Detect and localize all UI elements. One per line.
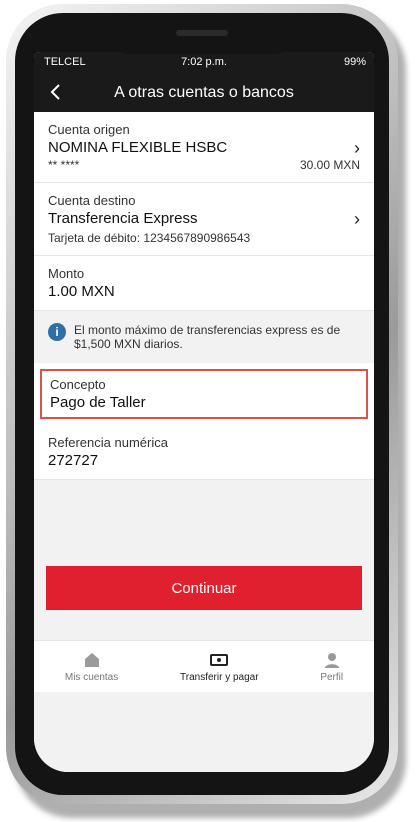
user-icon [324, 652, 339, 668]
source-account-name: NOMINA FLEXIBLE HSBC [48, 139, 228, 156]
page-title: A otras cuentas o bancos [114, 84, 294, 101]
source-account-row[interactable]: Cuenta origen NOMINA FLEXIBLE HSBC ** **… [34, 112, 374, 183]
destination-card-number: Tarjeta de débito: 1234567890986543 [48, 231, 251, 245]
status-time: 7:02 p.m. [181, 56, 227, 68]
tab-transferir-y-pagar[interactable]: Transferir y pagar [180, 651, 259, 683]
form-content: Cuenta origen NOMINA FLEXIBLE HSBC ** **… [34, 112, 374, 480]
concept-field[interactable]: Concepto Pago de Taller [40, 369, 368, 419]
battery-level: 99% [343, 56, 366, 68]
home-indicator-area [34, 692, 374, 772]
continue-button[interactable]: Continuar [46, 566, 362, 610]
reference-value[interactable]: 272727 [48, 452, 360, 469]
status-bar: TELCEL 7:02 p.m. 99% [34, 56, 374, 72]
bottom-tab-bar: Mis cuentas Transferir y pagar Perfil [34, 640, 374, 692]
tab-label: Mis cuentas [64, 671, 119, 683]
info-message: i El monto máximo de transferencias expr… [34, 311, 374, 363]
tab-label: Transferir y pagar [180, 671, 259, 683]
concept-value[interactable]: Pago de Taller [50, 394, 358, 411]
chevron-right-icon: › [354, 209, 360, 229]
screen: TELCEL 7:02 p.m. 99% A otras cuentas o b… [34, 52, 374, 772]
chevron-right-icon: › [354, 138, 360, 158]
transfer-icon [210, 653, 229, 666]
info-icon: i [48, 323, 66, 341]
home-icon [84, 652, 99, 667]
tab-mis-cuentas[interactable]: Mis cuentas [65, 651, 118, 683]
destination-account-label: Cuenta destino [48, 193, 136, 208]
source-account-details: ** **** 30.00 MXN [48, 158, 360, 172]
action-area: Continuar [34, 480, 374, 640]
concept-label: Concepto [50, 377, 106, 392]
tab-label: Perfil [320, 671, 344, 683]
reference-field[interactable]: Referencia numérica 272727 [34, 425, 374, 480]
navigation-bar: A otras cuentas o bancos [34, 76, 374, 112]
source-account-masked: ** **** [48, 158, 80, 172]
info-text: El monto máximo de transferencias expres… [74, 323, 341, 351]
tab-perfil[interactable]: Perfil [320, 651, 343, 683]
amount-label: Monto [48, 266, 85, 281]
amount-value[interactable]: 1.00 MXN [48, 283, 360, 300]
reference-label: Referencia numérica [48, 435, 168, 450]
source-account-balance: 30.00 MXN [299, 158, 360, 172]
destination-account-name: Transferencia Express [48, 210, 198, 227]
phone-speaker [176, 30, 228, 36]
source-account-label: Cuenta origen [48, 122, 130, 137]
amount-row[interactable]: Monto 1.00 MXN [34, 256, 374, 311]
top-bar: TELCEL 7:02 p.m. 99% A otras cuentas o b… [34, 52, 374, 112]
destination-account-row[interactable]: Cuenta destino Transferencia Express Tar… [34, 183, 374, 256]
